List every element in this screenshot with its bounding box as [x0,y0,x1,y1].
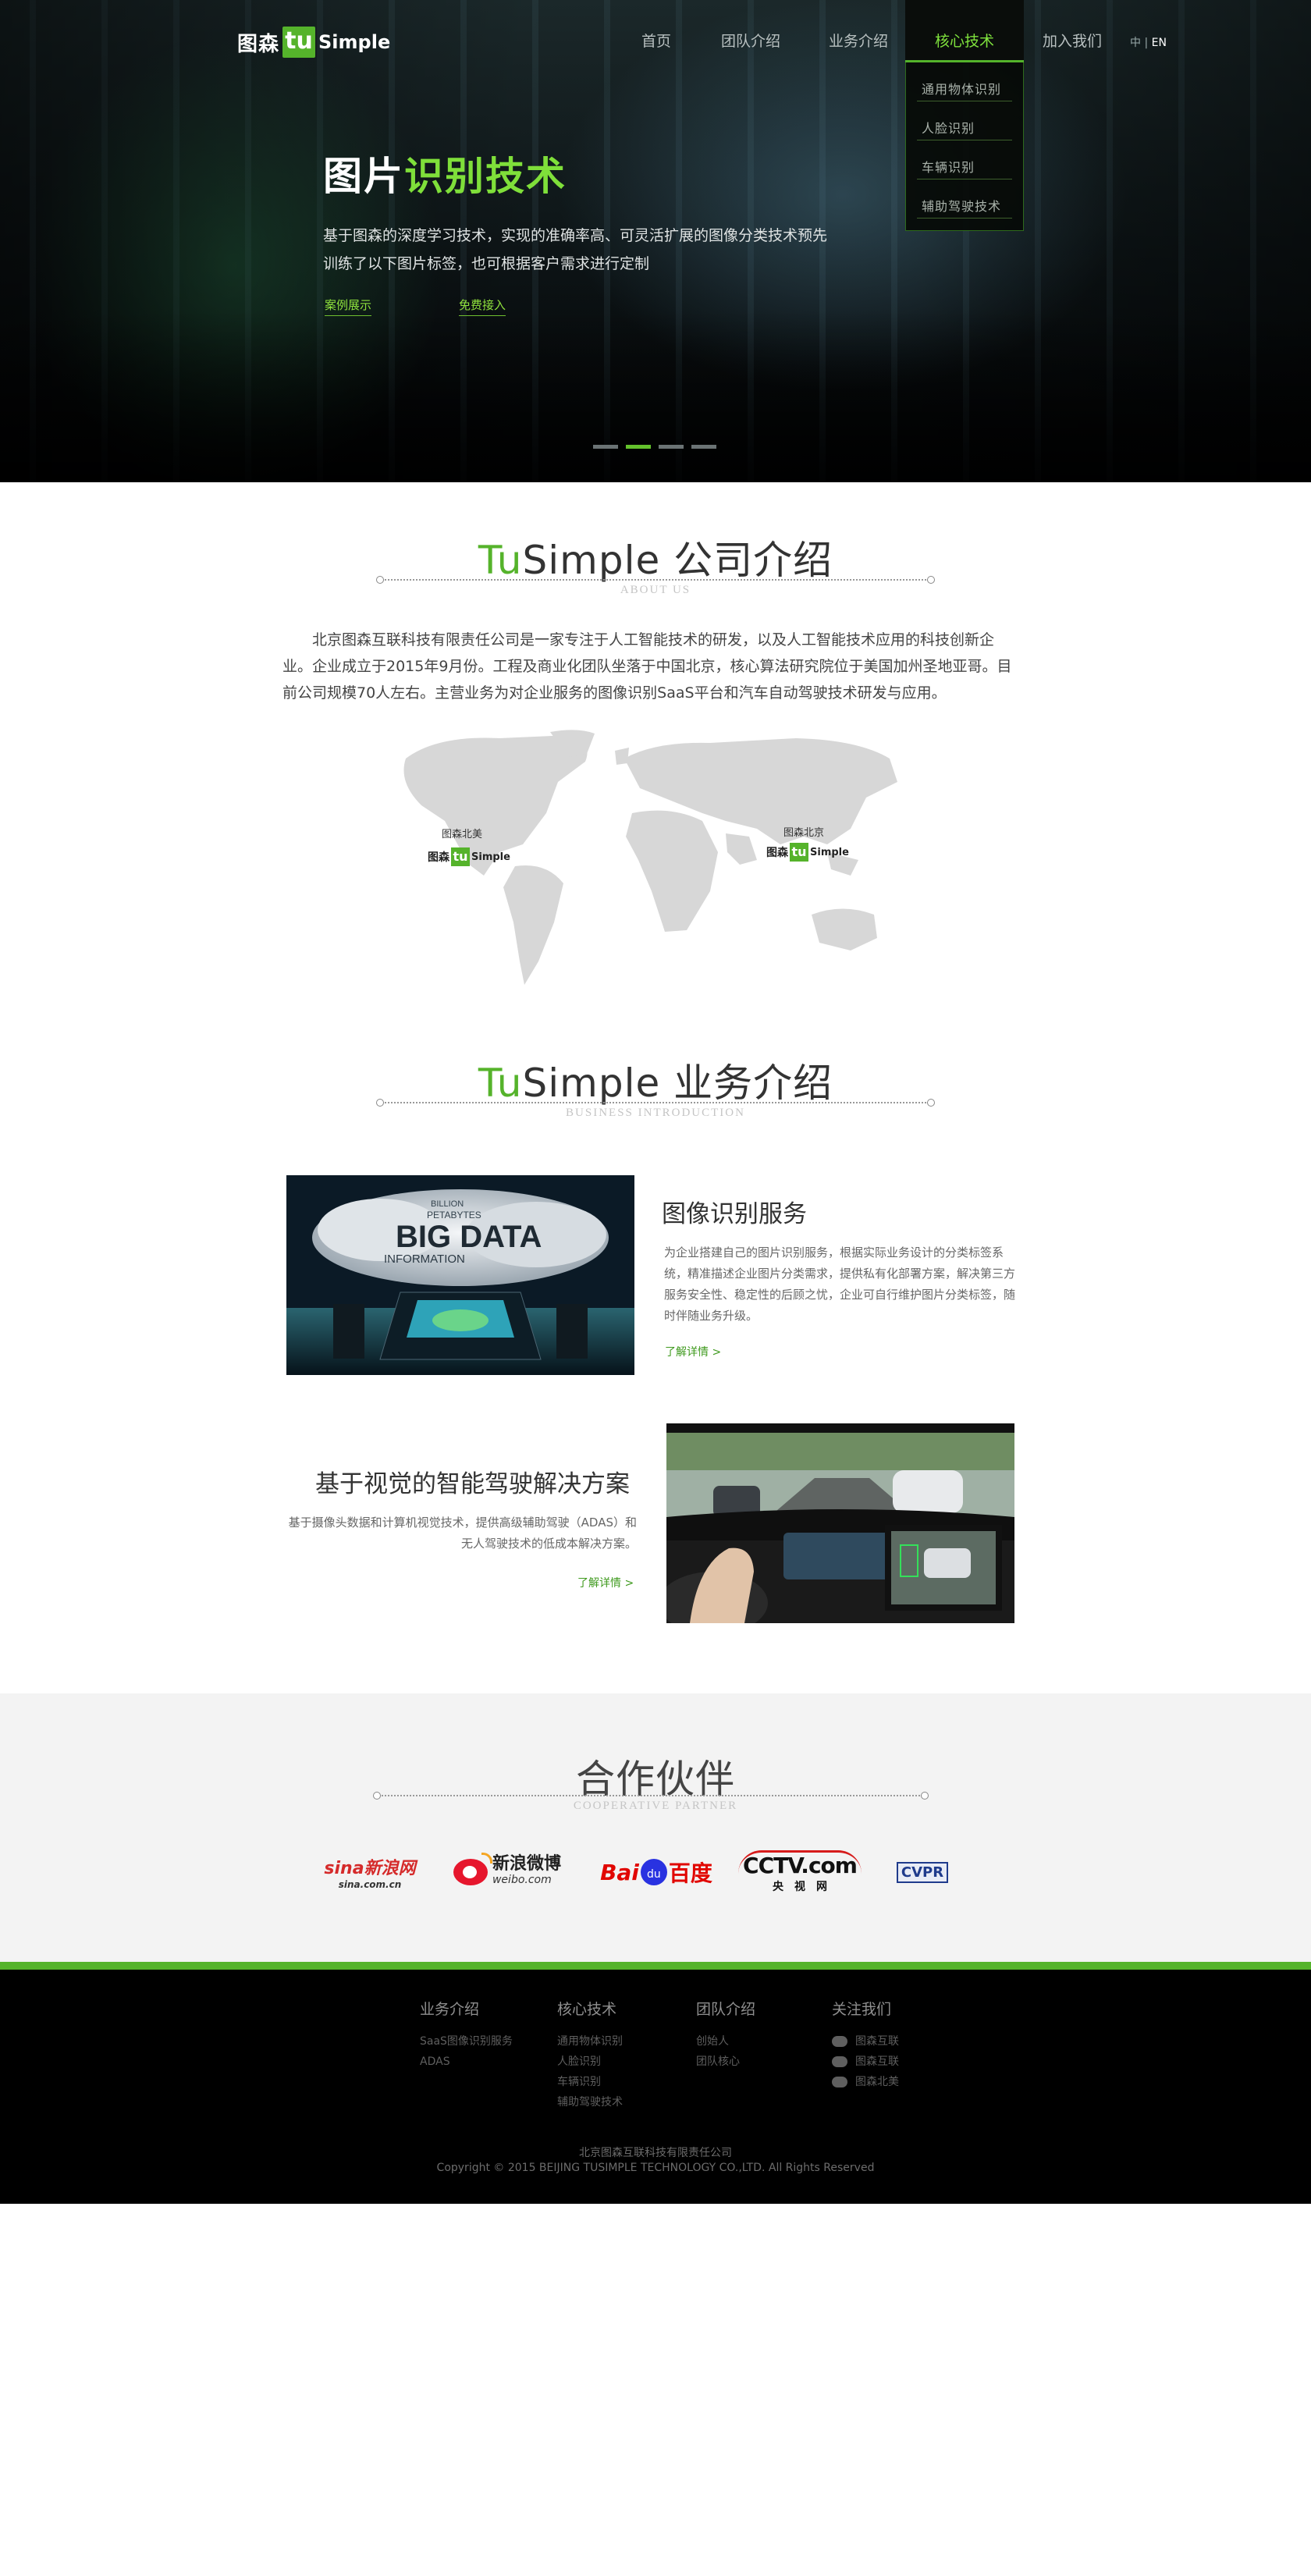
partners-section [0,1693,1311,1965]
dropdown-item-face[interactable]: 人脸识别 [917,101,1012,140]
partner-weibo-logo[interactable]: 新浪微博 weibo.com [439,1845,576,1899]
nav-business[interactable]: 业务介绍 [829,30,888,51]
wechat-icon [832,2056,847,2067]
footer-link[interactable]: SaaS图像识别服务 [420,2031,513,2052]
footer-link[interactable]: 人脸识别 [557,2052,623,2072]
biz-image-recognition-desc: 为企业搭建自己的图片识别服务，根据实际业务设计的分类标签系统，精准描述企业图片分… [664,1245,1016,1323]
footer-link[interactable]: 辅助驾驶技术 [557,2092,623,2112]
footer-link[interactable]: 创始人 [696,2031,755,2052]
footer-col-title: 团队介绍 [696,2001,756,2018]
about-divider [376,576,935,584]
svg-text:PETABYTES: PETABYTES [427,1210,481,1220]
driving-image [666,1423,1014,1623]
map-label-beijing: 图森北京 [783,827,825,839]
footer-company-name: 北京图森互联科技有限责任公司 [579,2147,732,2159]
slider-dot-active[interactable] [626,445,651,449]
footer-link[interactable]: 车辆识别 [557,2072,623,2092]
about-text: 北京图森互联科技有限责任公司是一家专注于人工智能技术的研发，以及人工智能技术应用… [282,631,1012,702]
map-logo-north-america: 图森 tu Simple [428,847,510,866]
nav-home[interactable]: 首页 [641,30,671,51]
slider-dot[interactable] [691,445,716,449]
biz-driving-more[interactable]: 了解详情 > [577,1575,634,1590]
nav-core-tech[interactable]: 核心技术 [905,0,1024,62]
dropdown-item-object[interactable]: 通用物体识别 [917,62,1012,101]
tusimple-logo[interactable]: 图森 tu Simple [237,27,390,58]
svg-text:BIG DATA: BIG DATA [396,1220,542,1254]
nav-join[interactable]: 加入我们 [1043,30,1102,51]
nav-core-tech-label: 核心技术 [934,33,994,50]
big-data-image: BIG DATA INFORMATION BILLION PETABYTES [286,1175,634,1375]
weibo-icon [832,2036,847,2047]
about-title: TuSimple 公司介绍 [478,538,833,583]
dropdown-item-vehicle[interactable]: 车辆识别 [917,140,1012,179]
partners-divider [373,1792,929,1800]
logo-en: Simple [318,31,391,53]
footer-link[interactable]: ADAS [420,2052,513,2072]
footer-col-core-tech: 核心技术 通用物体识别 人脸识别 车辆识别 辅助驾驶技术 [557,1998,623,2112]
footer-link[interactable]: 团队核心 [696,2052,755,2072]
footer-link[interactable]: 通用物体识别 [557,2031,623,2052]
core-tech-dropdown: 通用物体识别 人脸识别 车辆识别 辅助驾驶技术 [905,62,1024,231]
biz-driving-desc: 基于摄像头数据和计算机视觉技术，提供高级辅助驾驶（ADAS）和无人驾驶技术的低成… [288,1515,637,1551]
footer-col-business: 业务介绍 SaaS图像识别服务 ADAS [420,1998,513,2072]
slider-dot[interactable] [593,445,618,449]
language-switch: 中 | EN [1130,37,1167,49]
hero-description: 基于图森的深度学习技术，实现的准确率高、可灵活扩展的图像分类技术预先训练了以下图… [323,227,828,272]
footer-social-weibo[interactable]: 图森互联 [832,2031,899,2052]
map-label-north-america: 图森北美 [442,829,483,840]
baidu-paw-icon: du [640,1859,667,1885]
partners-subtitle: COOPERATIVE PARTNER [573,1800,738,1812]
biz-image-recognition-more[interactable]: 了解详情 > [665,1344,721,1359]
case-showcase-link[interactable]: 案例展示 [325,297,372,316]
footer-col-title: 核心技术 [557,2001,617,2018]
business-title: TuSimple 业务介绍 [478,1061,833,1106]
lang-en[interactable]: EN [1152,37,1167,49]
biz-image-recognition-title: 图像识别服务 [662,1200,807,1228]
slider-dot[interactable] [659,445,684,449]
partner-cctv-logo[interactable]: CCTV.com 央 视 网 [738,1845,862,1899]
footer-col-title: 业务介绍 [420,2001,480,2018]
nav-team[interactable]: 团队介绍 [721,30,780,51]
logo-cn: 图森 [237,32,280,56]
biz-driving-title: 基于视觉的智能驾驶解决方案 [315,1470,630,1498]
footer-col-title: 关注我们 [832,2001,892,2018]
weibo-icon [453,1853,492,1885]
about-subtitle: ABOUT US [620,584,691,596]
hero-title: 图片识别技术 [323,154,567,199]
slider-dots [593,445,716,449]
wechat-icon [832,2077,847,2087]
dropdown-item-adas[interactable]: 辅助驾驶技术 [917,179,1012,219]
footer-copyright: Copyright © 2015 BEIJING TUSIMPLE TECHNO… [436,2162,875,2174]
lang-cn[interactable]: 中 [1130,37,1141,49]
partner-sina-logo[interactable]: sina新浪网 sina.com.cn [318,1845,421,1899]
footer-col-team: 团队介绍 创始人 团队核心 [696,1998,755,2072]
footer-col-follow: 关注我们 图森互联 图森互联 图森北美 [832,1998,899,2092]
footer-social-wechat[interactable]: 图森互联 [832,2052,899,2072]
business-divider [376,1099,935,1107]
svg-text:INFORMATION: INFORMATION [384,1252,465,1266]
business-subtitle: BUSINESS INTRODUCTION [566,1107,745,1119]
svg-text:BILLION: BILLION [431,1199,464,1209]
partner-cvpr-logo[interactable]: CVPR [896,1845,949,1899]
free-access-link[interactable]: 免费接入 [459,297,506,316]
footer-social-wechat-na[interactable]: 图森北美 [832,2072,899,2092]
logo-mark: tu [282,27,316,58]
partner-baidu-logo[interactable]: Bai du 百度 [598,1845,715,1899]
map-logo-beijing: 图森 tu Simple [766,843,849,862]
